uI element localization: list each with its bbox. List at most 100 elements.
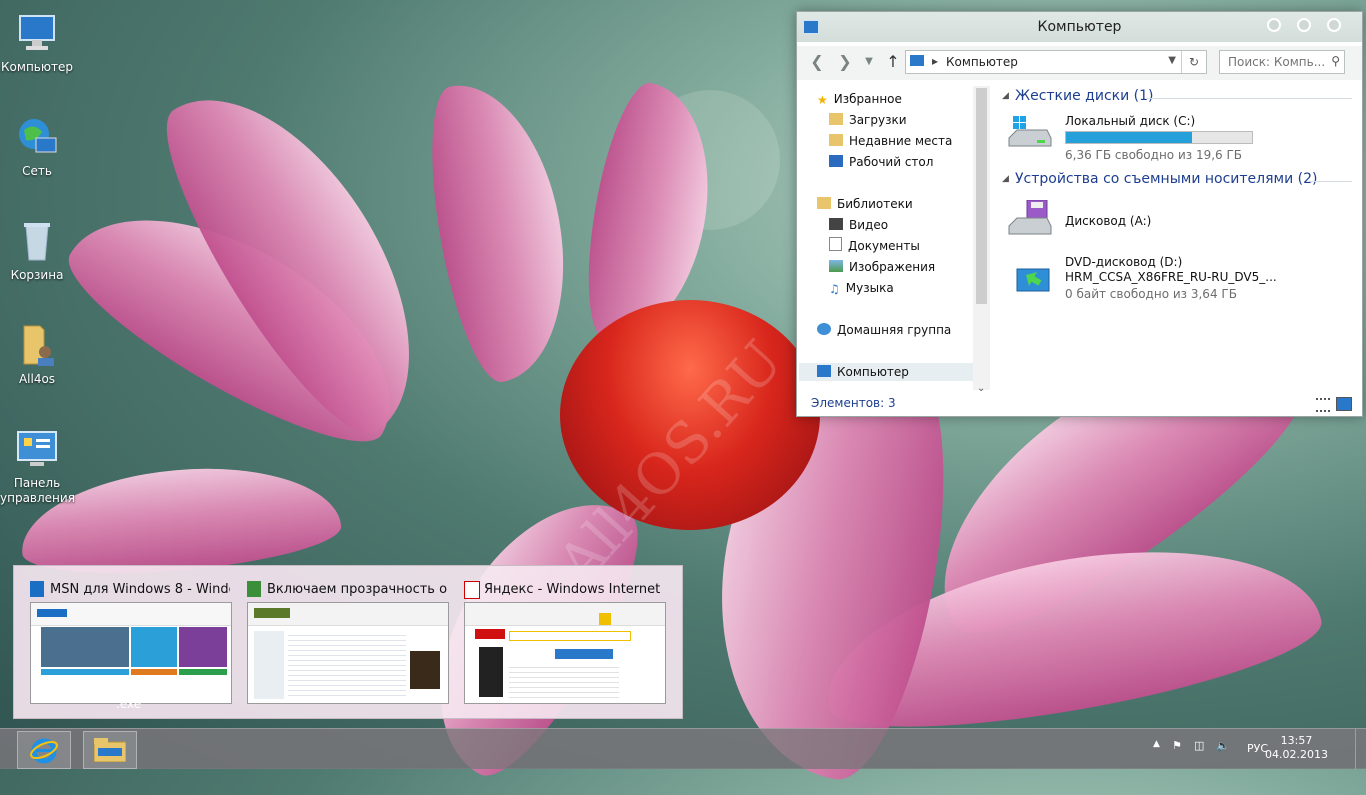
nav-label: Домашняя группа — [837, 323, 952, 337]
recycle-bin-icon — [14, 218, 60, 264]
back-arrow-icon[interactable]: ❮ — [807, 52, 827, 72]
action-center-flag-icon[interactable]: ⚑ — [1172, 739, 1182, 752]
drive-name: Дисковод (A:) — [1065, 214, 1152, 228]
nav-item-homegroup[interactable]: Домашняя группа — [817, 321, 951, 339]
taskbar-file-explorer[interactable] — [83, 731, 137, 769]
close-button[interactable] — [1327, 18, 1341, 32]
internet-explorer-icon — [30, 736, 58, 764]
forward-arrow-icon[interactable]: ❯ — [835, 52, 855, 72]
group-divider — [1147, 98, 1352, 99]
desktop-icon-control-panel[interactable]: Панель управления — [0, 420, 75, 506]
up-arrow-icon[interactable]: ↑ — [883, 52, 903, 72]
minimize-button[interactable] — [1267, 18, 1281, 32]
nav-item-recent-places[interactable]: Недавние места — [829, 132, 952, 150]
drive-name: Локальный диск (C:) — [1065, 114, 1196, 128]
homegroup-icon — [817, 323, 831, 335]
explorer-window[interactable]: Компьютер ❮ ❯ ▼ ↑ ▸ Компьютер ▼ ↻ ⚲ ★ Изб… — [796, 11, 1363, 417]
status-bar: Элементов: 3 — [797, 390, 1362, 416]
drive-c[interactable]: Локальный диск (C:) 6,36 ГБ свободно из … — [1007, 114, 1307, 162]
navigation-pane: ★ Избранное Загрузки Недавние места Рабоч… — [797, 86, 991, 386]
thumbnail-yandex[interactable]: Яндекс - Windows Internet Expl... — [462, 578, 666, 706]
local-disk-icon — [1007, 116, 1053, 152]
desktop-icon-recycle-bin[interactable]: Корзина — [0, 212, 74, 283]
nav-item-video[interactable]: Видео — [829, 216, 888, 234]
network-icon — [14, 114, 60, 160]
computer-icon — [817, 365, 831, 377]
drive-a[interactable]: Дисковод (A:) — [1007, 199, 1307, 240]
group-header-removable[interactable]: Устройства со съемными носителями (2) — [1015, 171, 1317, 187]
nav-item-documents[interactable]: Документы — [829, 237, 920, 255]
star-icon: ★ — [817, 93, 828, 107]
disk-usage-bar — [1065, 131, 1253, 144]
item-count: Элементов: 3 — [811, 396, 896, 410]
nav-label: Загрузки — [849, 113, 907, 127]
recent-dropdown-icon[interactable]: ▼ — [859, 52, 879, 72]
desktop-icon-label: Сеть — [22, 164, 52, 178]
desktop-icon-computer[interactable]: Компьютер — [0, 4, 74, 75]
group-divider — [1309, 181, 1352, 182]
title-bar[interactable]: Компьютер — [797, 12, 1362, 42]
thumbnail-title: Яндекс - Windows Internet Expl... — [484, 582, 664, 597]
group-header-hard-disks[interactable]: Жесткие диски (1) — [1015, 88, 1153, 104]
pictures-icon — [829, 260, 843, 272]
details-view-icon[interactable] — [1316, 398, 1330, 412]
breadcrumb-chevron-icon[interactable]: ▸ — [932, 54, 938, 68]
show-hidden-icons-icon[interactable]: ▲ — [1153, 739, 1160, 749]
nav-label: Компьютер — [837, 365, 909, 379]
thumbnail-msn[interactable]: MSN для Windows 8 - Windows... — [28, 578, 232, 706]
nav-label: Видео — [849, 218, 889, 232]
drive-free-space: 0 байт свободно из 3,64 ГБ — [1065, 287, 1237, 301]
computer-icon — [910, 55, 924, 66]
nav-item-pictures[interactable]: Изображения — [829, 258, 935, 276]
desktop-icon-label: Корзина — [10, 268, 64, 282]
network-status-icon[interactable]: ◫ — [1194, 739, 1204, 752]
floppy-drive-icon — [1007, 199, 1053, 240]
thumbnail-screenshot — [247, 602, 449, 704]
nav-item-downloads[interactable]: Загрузки — [829, 111, 907, 129]
nav-item-desktop[interactable]: Рабочий стол — [829, 153, 933, 171]
large-icons-view-icon[interactable] — [1336, 397, 1352, 411]
nav-item-libraries[interactable]: Библиотеки — [817, 195, 913, 213]
yandex-icon — [464, 581, 480, 599]
refresh-icon[interactable]: ↻ — [1181, 51, 1206, 73]
msn-icon — [30, 581, 44, 597]
thumbnail-all4os[interactable]: Включаем прозрачность окон... — [245, 578, 449, 706]
libraries-icon — [817, 197, 831, 209]
drive-name: DVD-дисковод (D:) — [1065, 255, 1183, 269]
address-dropdown-icon[interactable]: ▼ — [1168, 55, 1176, 66]
thumbnail-caption: .exe — [116, 697, 142, 711]
scrollbar-thumb[interactable] — [976, 88, 987, 304]
search-input[interactable] — [1226, 52, 1330, 72]
desktop-icon-label: Компьютер — [1, 60, 73, 74]
user-folder-icon — [14, 322, 60, 368]
show-desktop-button[interactable] — [1355, 729, 1366, 769]
nav-item-music[interactable]: ♫ Музыка — [829, 279, 894, 297]
address-bar[interactable]: ▸ Компьютер ▼ ↻ — [905, 50, 1207, 74]
drive-d[interactable]: DVD-дисковод (D:) HRM_CCSA_X86FRE_RU-RU_… — [1007, 255, 1307, 303]
nav-label: Изображения — [849, 260, 936, 274]
nav-item-computer[interactable]: Компьютер — [799, 363, 989, 381]
search-icon[interactable]: ⚲ — [1331, 54, 1340, 68]
clock[interactable]: 13:57 04.02.2013 — [1265, 734, 1328, 762]
breadcrumb[interactable]: Компьютер — [946, 55, 1018, 69]
maximize-button[interactable] — [1297, 18, 1311, 32]
nav-scrollbar[interactable]: ⌄ — [973, 86, 990, 394]
desktop-icon-user-folder[interactable]: All4os — [0, 316, 74, 387]
desktop-icon-network[interactable]: Сеть — [0, 108, 74, 179]
disk-usage-fill — [1066, 132, 1193, 143]
recent-places-icon — [829, 134, 843, 146]
dvd-drive-icon — [1015, 263, 1051, 293]
nav-label: Избранное — [833, 92, 902, 106]
control-panel-icon — [14, 426, 60, 472]
nav-label: Рабочий стол — [849, 155, 934, 169]
file-explorer-icon — [93, 738, 127, 763]
computer-icon — [14, 10, 60, 56]
taskbar-internet-explorer[interactable] — [17, 731, 71, 769]
volume-icon[interactable]: 🔈 — [1216, 739, 1230, 752]
collapse-chevron-icon[interactable]: ◢ — [1002, 174, 1009, 184]
collapse-chevron-icon[interactable]: ◢ — [1002, 91, 1009, 101]
search-box[interactable]: ⚲ — [1219, 50, 1345, 74]
thumbnail-screenshot — [30, 602, 232, 704]
nav-item-favorites[interactable]: ★ Избранное — [817, 90, 902, 108]
nav-label: Документы — [848, 239, 920, 253]
